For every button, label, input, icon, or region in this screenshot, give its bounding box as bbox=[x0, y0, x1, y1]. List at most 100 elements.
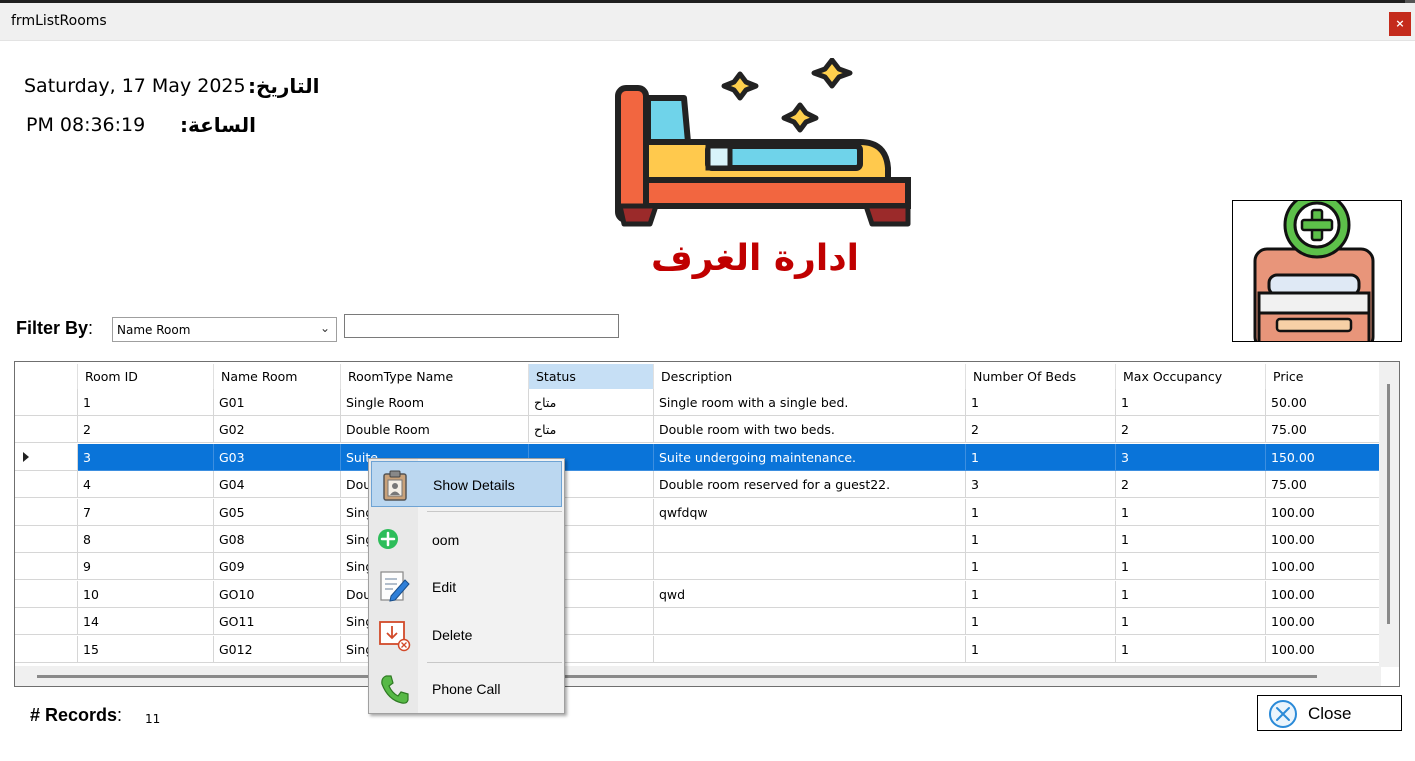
close-button[interactable]: Close bbox=[1257, 695, 1402, 731]
table-cell[interactable]: متاح bbox=[529, 416, 654, 444]
table-cell[interactable]: 1 bbox=[78, 389, 214, 416]
table-cell[interactable]: G05 bbox=[214, 498, 341, 526]
table-cell[interactable]: 2 bbox=[78, 416, 214, 444]
table-cell[interactable]: 75.00 bbox=[1266, 416, 1381, 444]
row-header[interactable] bbox=[15, 389, 78, 416]
table-cell[interactable]: 8 bbox=[78, 526, 214, 553]
table-cell[interactable]: G012 bbox=[214, 635, 341, 663]
menu-item-edit[interactable]: Edit bbox=[371, 564, 562, 610]
vertical-scroll-thumb[interactable] bbox=[1387, 384, 1390, 624]
table-cell[interactable]: G09 bbox=[214, 553, 341, 581]
table-cell[interactable]: qwfdqw bbox=[654, 498, 966, 526]
table-cell[interactable]: 100.00 bbox=[1266, 635, 1381, 663]
table-cell[interactable]: 1 bbox=[1116, 580, 1266, 608]
table-cell[interactable]: G03 bbox=[214, 443, 341, 471]
column-header[interactable]: RoomType Name bbox=[341, 364, 529, 389]
table-cell[interactable]: 4 bbox=[78, 471, 214, 499]
edit-document-icon bbox=[380, 571, 410, 602]
table-cell[interactable]: G08 bbox=[214, 526, 341, 553]
table-cell[interactable]: 50.00 bbox=[1266, 389, 1381, 416]
row-header[interactable] bbox=[15, 498, 78, 526]
column-header[interactable]: Price bbox=[1266, 364, 1381, 389]
table-cell[interactable]: 100.00 bbox=[1266, 553, 1381, 581]
table-cell[interactable]: 3 bbox=[966, 471, 1116, 499]
filter-dropdown[interactable]: Name Room ⌄ bbox=[112, 317, 337, 342]
column-header[interactable]: Max Occupancy bbox=[1116, 364, 1266, 389]
table-cell[interactable]: 9 bbox=[78, 553, 214, 581]
row-header[interactable] bbox=[15, 471, 78, 499]
table-cell[interactable]: 3 bbox=[1116, 443, 1266, 471]
table-cell[interactable]: متاح bbox=[529, 389, 654, 416]
table-cell[interactable]: Double room with two beds. bbox=[654, 416, 966, 444]
table-cell[interactable]: 100.00 bbox=[1266, 580, 1381, 608]
table-cell[interactable]: 1 bbox=[966, 608, 1116, 636]
table-cell[interactable]: 1 bbox=[966, 443, 1116, 471]
row-header[interactable] bbox=[15, 553, 78, 581]
table-cell[interactable]: GO10 bbox=[214, 580, 341, 608]
window-close-button[interactable]: × bbox=[1389, 12, 1411, 36]
table-cell[interactable]: 1 bbox=[966, 635, 1116, 663]
menu-item-show-details[interactable]: Show Details bbox=[371, 461, 562, 507]
column-header[interactable]: Name Room bbox=[214, 364, 341, 389]
table-cell[interactable]: 10 bbox=[78, 580, 214, 608]
column-header[interactable]: Room ID bbox=[78, 364, 214, 389]
row-header[interactable] bbox=[15, 416, 78, 444]
table-cell[interactable]: 2 bbox=[1116, 416, 1266, 444]
table-cell[interactable]: Single room with a single bed. bbox=[654, 389, 966, 416]
vertical-scrollbar[interactable] bbox=[1379, 362, 1399, 667]
row-header[interactable] bbox=[15, 443, 78, 471]
table-cell[interactable] bbox=[654, 526, 966, 553]
filter-text-input[interactable] bbox=[344, 314, 619, 338]
table-cell[interactable]: 1 bbox=[966, 389, 1116, 416]
column-header[interactable]: Status bbox=[529, 364, 654, 389]
add-room-button[interactable] bbox=[1232, 200, 1402, 342]
table-cell[interactable]: Double room reserved for a guest22. bbox=[654, 471, 966, 499]
close-button-label: Close bbox=[1308, 704, 1352, 723]
row-header[interactable] bbox=[15, 635, 78, 663]
table-cell[interactable]: 1 bbox=[1116, 498, 1266, 526]
table-cell[interactable]: 1 bbox=[966, 526, 1116, 553]
menu-item-delete[interactable]: Delete bbox=[371, 612, 562, 658]
chevron-down-icon: ⌄ bbox=[319, 321, 330, 335]
table-cell[interactable] bbox=[654, 635, 966, 663]
column-header[interactable]: Description bbox=[654, 364, 966, 389]
table-cell[interactable]: qwd bbox=[654, 580, 966, 608]
horizontal-scroll-thumb[interactable] bbox=[37, 675, 1317, 678]
table-cell[interactable]: GO11 bbox=[214, 608, 341, 636]
table-cell[interactable]: 1 bbox=[966, 580, 1116, 608]
table-cell[interactable]: 7 bbox=[78, 498, 214, 526]
table-cell[interactable]: Single Room bbox=[341, 389, 529, 416]
table-cell[interactable]: 14 bbox=[78, 608, 214, 636]
row-header[interactable] bbox=[15, 580, 78, 608]
rooms-table[interactable]: Room ID Name Room RoomType Name Status Descr… bbox=[14, 361, 1400, 687]
table-cell[interactable]: G02 bbox=[214, 416, 341, 444]
table-cell[interactable]: G01 bbox=[214, 389, 341, 416]
table-cell[interactable]: 1 bbox=[1116, 608, 1266, 636]
table-cell[interactable]: 1 bbox=[1116, 389, 1266, 416]
table-cell[interactable]: Suite undergoing maintenance. bbox=[654, 443, 966, 471]
row-header[interactable] bbox=[15, 526, 78, 553]
table-cell[interactable]: 100.00 bbox=[1266, 526, 1381, 553]
horizontal-scrollbar[interactable] bbox=[15, 666, 1381, 686]
table-cell[interactable]: Double Room bbox=[341, 416, 529, 444]
table-cell[interactable]: 3 bbox=[78, 443, 214, 471]
table-cell[interactable]: 1 bbox=[966, 553, 1116, 581]
table-cell[interactable]: 2 bbox=[1116, 471, 1266, 499]
table-cell[interactable] bbox=[654, 553, 966, 581]
table-cell[interactable] bbox=[654, 608, 966, 636]
table-cell[interactable]: 100.00 bbox=[1266, 498, 1381, 526]
table-cell[interactable]: 1 bbox=[1116, 553, 1266, 581]
table-cell[interactable]: 100.00 bbox=[1266, 608, 1381, 636]
table-cell[interactable]: 1 bbox=[966, 498, 1116, 526]
table-cell[interactable]: 75.00 bbox=[1266, 471, 1381, 499]
table-cell[interactable]: 1 bbox=[1116, 635, 1266, 663]
table-cell[interactable]: 15 bbox=[78, 635, 214, 663]
column-header[interactable]: Number Of Beds bbox=[966, 364, 1116, 389]
table-cell[interactable]: 1 bbox=[1116, 526, 1266, 553]
table-cell[interactable]: 2 bbox=[966, 416, 1116, 444]
row-header[interactable] bbox=[15, 608, 78, 636]
table-cell[interactable]: 150.00 bbox=[1266, 443, 1381, 471]
menu-item-add-room[interactable]: oom bbox=[371, 517, 562, 563]
table-cell[interactable]: G04 bbox=[214, 471, 341, 499]
menu-item-phone-call[interactable]: Phone Call bbox=[371, 666, 562, 712]
